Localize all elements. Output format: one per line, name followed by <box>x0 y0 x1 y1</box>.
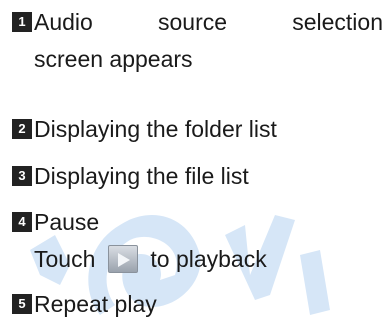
item-number-badge: 1 <box>12 12 32 32</box>
item-number-badge: 4 <box>12 212 32 232</box>
list-item: 1 Audio source selection screen appears <box>12 4 383 78</box>
item-label-line1: Audio source selection <box>34 9 383 35</box>
sub-line-prefix: Touch <box>34 246 96 272</box>
item-number-badge: 2 <box>12 119 32 139</box>
item-number-badge: 3 <box>12 166 32 186</box>
play-triangle-icon <box>118 253 131 267</box>
item-label: Repeat play <box>34 291 157 317</box>
play-icon <box>108 245 139 273</box>
list-item: 5 Repeat play <box>12 286 157 322</box>
list-item: 2 Displaying the folder list <box>12 111 277 147</box>
item-label: Audio source selection screen appears <box>34 4 383 78</box>
item-label: Displaying the file list <box>34 163 249 189</box>
list-item: 4 Pause <box>12 204 99 240</box>
item-label: Displaying the folder list <box>34 116 277 142</box>
item-label: Pause <box>34 209 100 235</box>
item-sub-line: Touch to playback <box>34 241 267 277</box>
list-item: 3 Displaying the file list <box>12 158 249 194</box>
item-number-badge: 5 <box>12 294 32 314</box>
item-label-line2: screen appears <box>34 46 193 72</box>
sub-line-suffix: to playback <box>150 246 267 272</box>
